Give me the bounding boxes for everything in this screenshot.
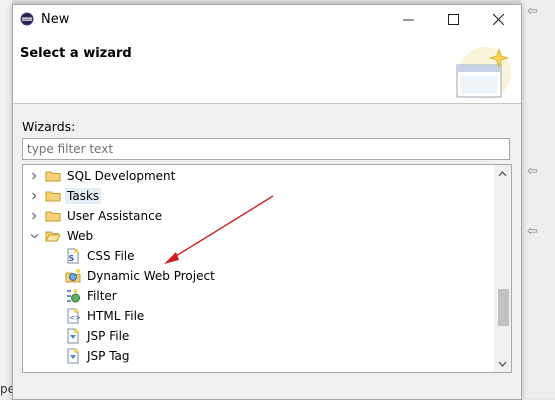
eclipse-icon [20, 12, 34, 26]
close-button[interactable] [476, 7, 520, 31]
html-file-icon: <> [67, 308, 81, 324]
tree-item-label: Dynamic Web Project [87, 269, 215, 283]
tree-item-filter[interactable]: Filter [65, 286, 119, 306]
wizards-label: Wizards: [22, 119, 76, 134]
tree-item-label: Filter [87, 289, 117, 303]
scroll-up-button[interactable] [494, 165, 511, 182]
tree-item-label: User Assistance [67, 209, 163, 223]
wizard-header: Select a wizard [13, 33, 521, 104]
folder-icon [45, 171, 61, 182]
maximize-icon [447, 13, 459, 25]
tree-item-css-file[interactable]: S CSS File [65, 246, 137, 266]
new-wizard-banner-icon [456, 47, 511, 99]
vertical-scrollbar[interactable] [494, 165, 511, 372]
chevron-right-icon[interactable] [27, 166, 41, 186]
title-bar[interactable]: New [13, 5, 521, 33]
folder-icon [45, 211, 61, 222]
jsp-tag-icon [67, 348, 79, 364]
background-right-pane: ⇦ ⇦ ⇦ [521, 0, 555, 398]
tree-item-jsp-file[interactable]: JSP File [65, 326, 131, 346]
background-left-pane: pe [0, 0, 15, 398]
tree-item-user-assistance[interactable]: User Assistance [27, 206, 164, 226]
tree-item-label: CSS File [87, 249, 135, 263]
tree-item-tasks[interactable]: Tasks [27, 186, 102, 206]
background-back-icon: ⇦ [527, 4, 538, 19]
scrollbar-thumb[interactable] [498, 289, 509, 326]
folder-open-icon [45, 231, 61, 242]
close-icon [492, 13, 504, 25]
tree-item-label: Web [67, 229, 94, 243]
tree-item-dynamic-web-project[interactable]: Dynamic Web Project [65, 266, 217, 286]
tree-item-label: JSP Tag [87, 349, 130, 363]
tree-item-label: JSP File [87, 329, 130, 343]
chevron-down-icon[interactable] [27, 226, 41, 246]
page-title: Select a wizard [20, 46, 132, 61]
css-file-icon: S [67, 248, 79, 264]
web-project-icon [65, 269, 81, 283]
tree-item-label: HTML File [87, 309, 145, 323]
new-wizard-dialog: New Select a wizard Wizards: SQL Develop… [12, 4, 522, 400]
tree-item-jsp-tag[interactable]: JSP Tag [65, 346, 132, 366]
scroll-down-button[interactable] [494, 355, 511, 372]
tree-item-web[interactable]: Web [27, 226, 95, 246]
svg-text:<>: <> [69, 314, 81, 322]
tree-item-sql-development[interactable]: SQL Development [27, 166, 177, 186]
tree-item-label: SQL Development [67, 169, 176, 183]
svg-text:S: S [69, 254, 75, 263]
jsp-file-icon [67, 328, 79, 344]
maximize-button[interactable] [431, 7, 475, 31]
minimize-icon [402, 19, 414, 20]
tree-item-label: Tasks [65, 188, 102, 204]
background-back-icon: ⇦ [527, 224, 538, 239]
dialog-title: New [41, 12, 70, 27]
folder-icon [45, 191, 61, 202]
filter-field[interactable] [22, 138, 510, 160]
wizard-tree[interactable]: SQL Development Tasks User Assistance We… [22, 164, 512, 373]
background-back-icon: ⇦ [527, 164, 538, 179]
filter-icon [67, 289, 80, 303]
tree-item-html-file[interactable]: <> HTML File [65, 306, 146, 326]
filter-input[interactable] [23, 139, 509, 159]
minimize-button[interactable] [386, 7, 430, 31]
chevron-up-icon [498, 170, 507, 176]
chevron-down-icon [498, 361, 507, 367]
chevron-right-icon[interactable] [27, 186, 41, 206]
chevron-right-icon[interactable] [27, 206, 41, 226]
